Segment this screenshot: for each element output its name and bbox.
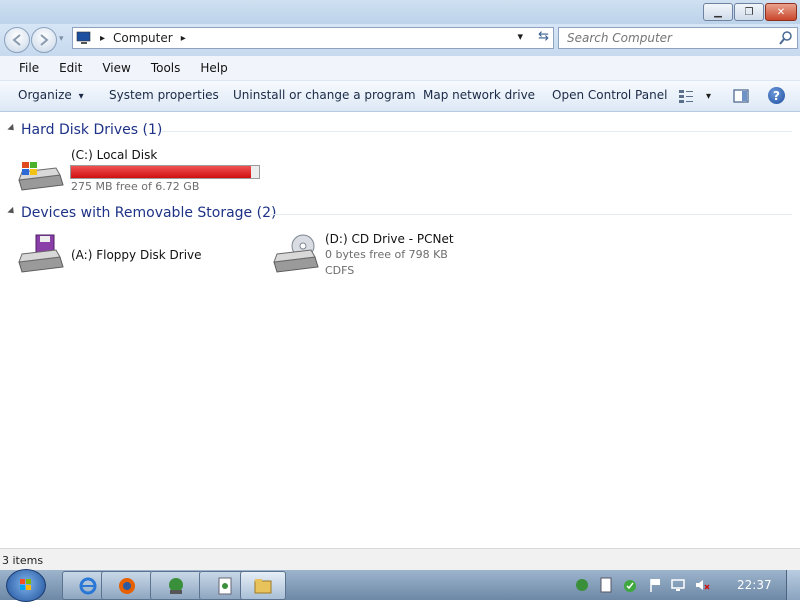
drive-file-system: CDFS	[325, 264, 355, 277]
menu-file[interactable]: File	[16, 59, 42, 77]
drive-name: (A:) Floppy Disk Drive	[71, 248, 202, 262]
menu-bar: File Edit View Tools Help	[0, 56, 800, 81]
chevron-down-icon: ▾	[78, 91, 84, 102]
back-arrow-icon	[12, 34, 21, 46]
search-icon[interactable]	[779, 31, 793, 45]
group-header-hard-disk[interactable]: Hard Disk Drives (1)	[21, 122, 162, 138]
folder-icon	[254, 578, 272, 593]
recent-pages-dropdown[interactable]: ▾	[59, 34, 64, 44]
uninstall-program-button[interactable]: Uninstall or change a program	[233, 88, 416, 102]
network-icon	[169, 577, 183, 594]
taskbar-clock[interactable]: 22:37	[737, 578, 772, 592]
organize-label: Organize	[18, 88, 72, 102]
taskbar-network[interactable]	[150, 571, 202, 600]
forward-button[interactable]	[31, 27, 57, 53]
internet-explorer-icon	[79, 577, 97, 594]
tray-flag-icon[interactable]	[647, 577, 663, 593]
maximize-button[interactable]: ❐	[734, 3, 764, 21]
menu-view[interactable]: View	[99, 59, 133, 77]
drive-free-space: 275 MB free of 6.72 GB	[71, 180, 200, 193]
breadcrumb-separator[interactable]: ▸	[181, 33, 186, 44]
group-header-removable[interactable]: Devices with Removable Storage (2)	[21, 205, 276, 221]
taskbar-firefox[interactable]	[101, 571, 153, 600]
open-control-panel-button[interactable]: Open Control Panel	[552, 88, 667, 102]
windows-logo-icon	[20, 579, 31, 590]
show-desktop-button[interactable]	[786, 570, 800, 600]
breadcrumb-computer[interactable]: Computer	[113, 31, 173, 45]
firefox-icon	[119, 577, 135, 594]
drive-free-space: 0 bytes free of 798 KB	[325, 248, 448, 261]
drive-item-a[interactable]: (A:) Floppy Disk Drive	[16, 232, 216, 276]
minimize-icon: ▁	[714, 6, 722, 18]
minimize-button[interactable]: ▁	[703, 3, 733, 21]
organize-button[interactable]: Organize ▾	[18, 88, 84, 102]
tray-document-icon[interactable]	[598, 577, 614, 593]
floppy-drive-icon	[18, 234, 64, 273]
menu-help[interactable]: Help	[197, 59, 230, 77]
drive-usage-fill	[71, 166, 252, 178]
close-icon: ✕	[776, 6, 786, 18]
cd-drive-icon	[273, 234, 319, 273]
view-options-icon	[679, 90, 693, 103]
group-divider	[270, 214, 792, 215]
group-divider	[162, 131, 792, 132]
tray-monitor-icon[interactable]	[670, 577, 686, 593]
change-view-button[interactable]: ▾	[678, 88, 711, 104]
menu-edit[interactable]: Edit	[56, 59, 85, 77]
refresh-icon[interactable]: ⇆	[538, 29, 549, 44]
collapse-group-icon[interactable]	[7, 123, 17, 134]
map-network-drive-button[interactable]: Map network drive	[423, 88, 535, 102]
taskbar-explorer[interactable]	[240, 571, 286, 600]
close-button[interactable]: ✕	[765, 3, 797, 21]
tray-volume-muted-icon[interactable]	[694, 577, 710, 593]
item-count: 3 items	[2, 554, 44, 567]
preview-pane-button[interactable]	[733, 88, 749, 107]
address-bar[interactable]: ▸ Computer ▸ ▾ ⇆	[72, 27, 554, 49]
drive-name: (D:) CD Drive - PCNet	[325, 232, 454, 246]
document-icon	[218, 577, 232, 594]
search-box[interactable]	[558, 27, 798, 49]
collapse-group-icon[interactable]	[7, 206, 17, 217]
computer-icon	[76, 31, 91, 44]
preview-pane-icon	[733, 89, 749, 103]
drive-item-c[interactable]: (C:) Local Disk 275 MB free of 6.72 GB	[16, 148, 264, 196]
help-icon: ?	[773, 88, 780, 103]
menu-tools[interactable]: Tools	[148, 59, 184, 77]
drive-usage-bar	[70, 165, 260, 179]
system-properties-button[interactable]: System properties	[109, 88, 219, 102]
maximize-icon: ❐	[744, 6, 754, 18]
chevron-down-icon: ▾	[706, 90, 712, 102]
search-input[interactable]	[565, 30, 779, 46]
breadcrumb-separator[interactable]: ▸	[100, 33, 105, 44]
help-button[interactable]: ?	[768, 87, 785, 104]
drive-item-d[interactable]: (D:) CD Drive - PCNet 0 bytes free of 79…	[271, 232, 471, 280]
status-bar: 3 items	[0, 548, 800, 571]
forward-arrow-icon	[40, 34, 49, 46]
tray-shield-icon[interactable]	[622, 577, 638, 593]
drive-name: (C:) Local Disk	[71, 148, 158, 162]
tray-network-icon[interactable]	[574, 577, 590, 593]
start-button[interactable]	[6, 569, 46, 602]
back-button[interactable]	[4, 27, 30, 53]
hard-drive-icon	[18, 162, 64, 191]
address-dropdown-icon[interactable]: ▾	[517, 30, 523, 43]
window-title-bar	[0, 0, 800, 24]
